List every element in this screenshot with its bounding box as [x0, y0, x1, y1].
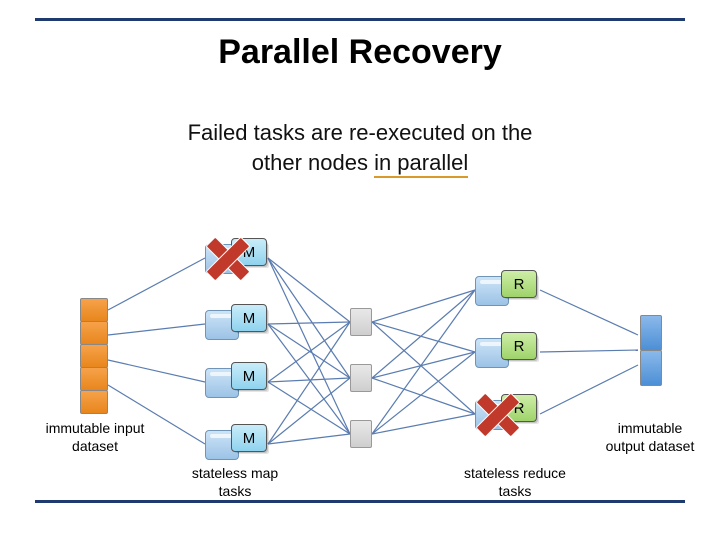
- intermediate-block: [350, 308, 372, 336]
- input-segment: [80, 367, 108, 391]
- subtitle-line2a: other nodes: [252, 150, 374, 175]
- reduce-task-badge: R: [501, 270, 537, 298]
- input-segment: [80, 344, 108, 368]
- intermediate-block: [350, 364, 372, 392]
- reduce-task-badge: R: [501, 332, 537, 360]
- label-map-tasks: stateless map tasks: [190, 465, 280, 500]
- map-task-badge: M: [231, 304, 267, 332]
- intermediate-block: [350, 420, 372, 448]
- input-segment: [80, 321, 108, 345]
- connections: [0, 0, 720, 540]
- subtitle: Failed tasks are re-executed on the othe…: [0, 118, 720, 177]
- reduce-node-1: R: [475, 332, 537, 374]
- reduce-node-0: R: [475, 270, 537, 312]
- map-task-badge: M: [231, 424, 267, 452]
- output-dataset: [640, 315, 662, 385]
- label-reduce-tasks: stateless reduce tasks: [460, 465, 570, 500]
- input-segment: [80, 390, 108, 414]
- page-title: Parallel Recovery: [0, 33, 720, 72]
- map-node-3: M: [205, 424, 267, 466]
- label-output-dataset: immutable output dataset: [600, 420, 700, 455]
- top-rule: [35, 18, 685, 21]
- subtitle-line1: Failed tasks are re-executed on the: [188, 120, 533, 145]
- output-segment: [640, 350, 662, 386]
- output-segment: [640, 315, 662, 351]
- failure-marker-map: [207, 238, 249, 280]
- map-task-badge: M: [231, 362, 267, 390]
- subtitle-emphasis: in parallel: [374, 150, 468, 178]
- failure-marker-reduce: [477, 394, 519, 436]
- bottom-rule: [35, 500, 685, 503]
- label-input-dataset: immutable input dataset: [45, 420, 145, 455]
- map-node-1: M: [205, 304, 267, 346]
- input-segment: [80, 298, 108, 322]
- map-node-2: M: [205, 362, 267, 404]
- input-dataset: [80, 298, 108, 413]
